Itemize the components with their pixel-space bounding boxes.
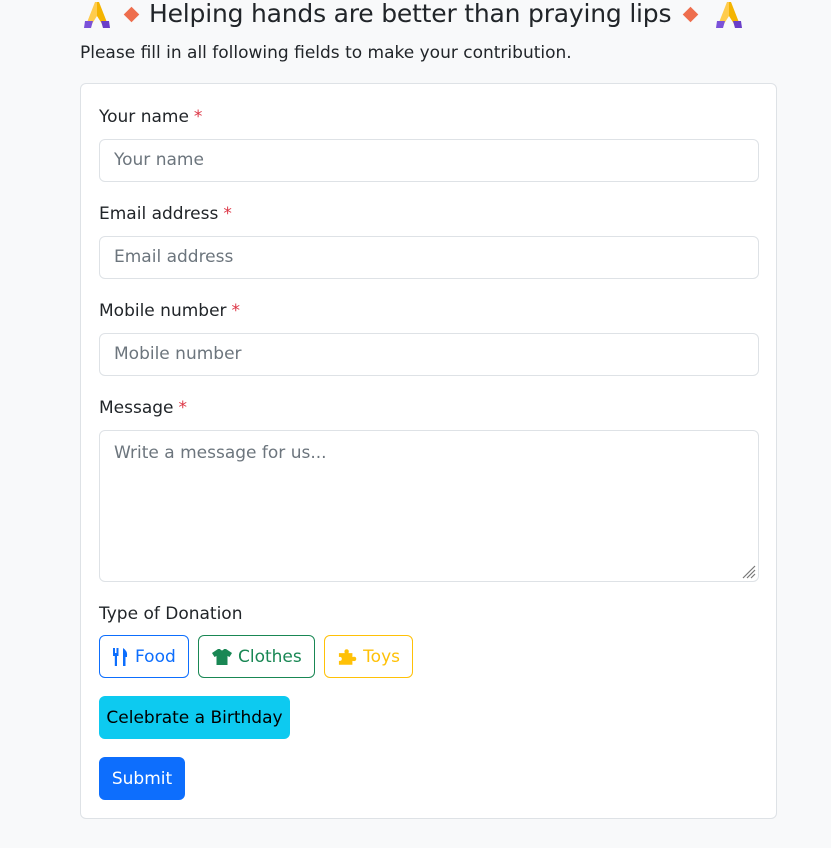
page-title: Helping hands are better than praying li…: [149, 0, 672, 28]
donation-form-card: Your name * Your name Email address * Emai…: [80, 83, 777, 819]
donation-toys-label: Toys: [363, 646, 400, 667]
message-textarea[interactable]: Write a message for us...: [99, 430, 759, 582]
diamond-icon: [683, 6, 699, 22]
utensils-icon: [113, 647, 128, 666]
name-placeholder: Your name: [114, 150, 204, 170]
page-subtitle: Please fill in all following fields to m…: [80, 43, 572, 63]
donation-toys-button[interactable]: Toys: [324, 635, 413, 678]
message-placeholder: Write a message for us...: [114, 443, 327, 463]
email-label: Email address *: [99, 202, 232, 226]
name-label: Your name *: [99, 105, 202, 129]
message-label-text: Message: [99, 398, 174, 418]
email-placeholder: Email address: [114, 247, 234, 267]
mobile-label: Mobile number *: [99, 299, 240, 323]
page-heading: Helping hands are better than praying li…: [82, 0, 782, 34]
name-input[interactable]: Your name: [99, 139, 759, 182]
donation-food-button[interactable]: Food: [99, 635, 189, 678]
mobile-label-text: Mobile number: [99, 301, 227, 321]
required-marker: *: [178, 398, 188, 418]
donation-clothes-button[interactable]: Clothes: [198, 635, 315, 678]
mobile-input[interactable]: Mobile number: [99, 333, 759, 376]
donation-food-label: Food: [135, 646, 176, 667]
donation-clothes-label: Clothes: [238, 646, 302, 667]
resize-handle-icon[interactable]: [740, 563, 756, 579]
tshirt-icon: [212, 648, 232, 665]
email-label-text: Email address: [99, 204, 219, 224]
required-marker: *: [223, 204, 232, 224]
celebrate-birthday-button[interactable]: Celebrate a Birthday: [99, 696, 290, 739]
folded-hands-icon: [82, 0, 112, 29]
diamond-icon: [123, 6, 140, 22]
name-label-text: Your name: [99, 107, 189, 127]
email-input[interactable]: Email address: [99, 236, 759, 279]
required-marker: *: [193, 107, 203, 127]
donation-type-label: Type of Donation: [99, 604, 243, 624]
message-label: Message *: [99, 396, 187, 420]
folded-hands-icon: [714, 0, 744, 29]
required-marker: *: [231, 301, 241, 321]
puzzle-icon: [338, 648, 357, 665]
mobile-placeholder: Mobile number: [114, 344, 242, 364]
submit-button[interactable]: Submit: [99, 757, 185, 800]
